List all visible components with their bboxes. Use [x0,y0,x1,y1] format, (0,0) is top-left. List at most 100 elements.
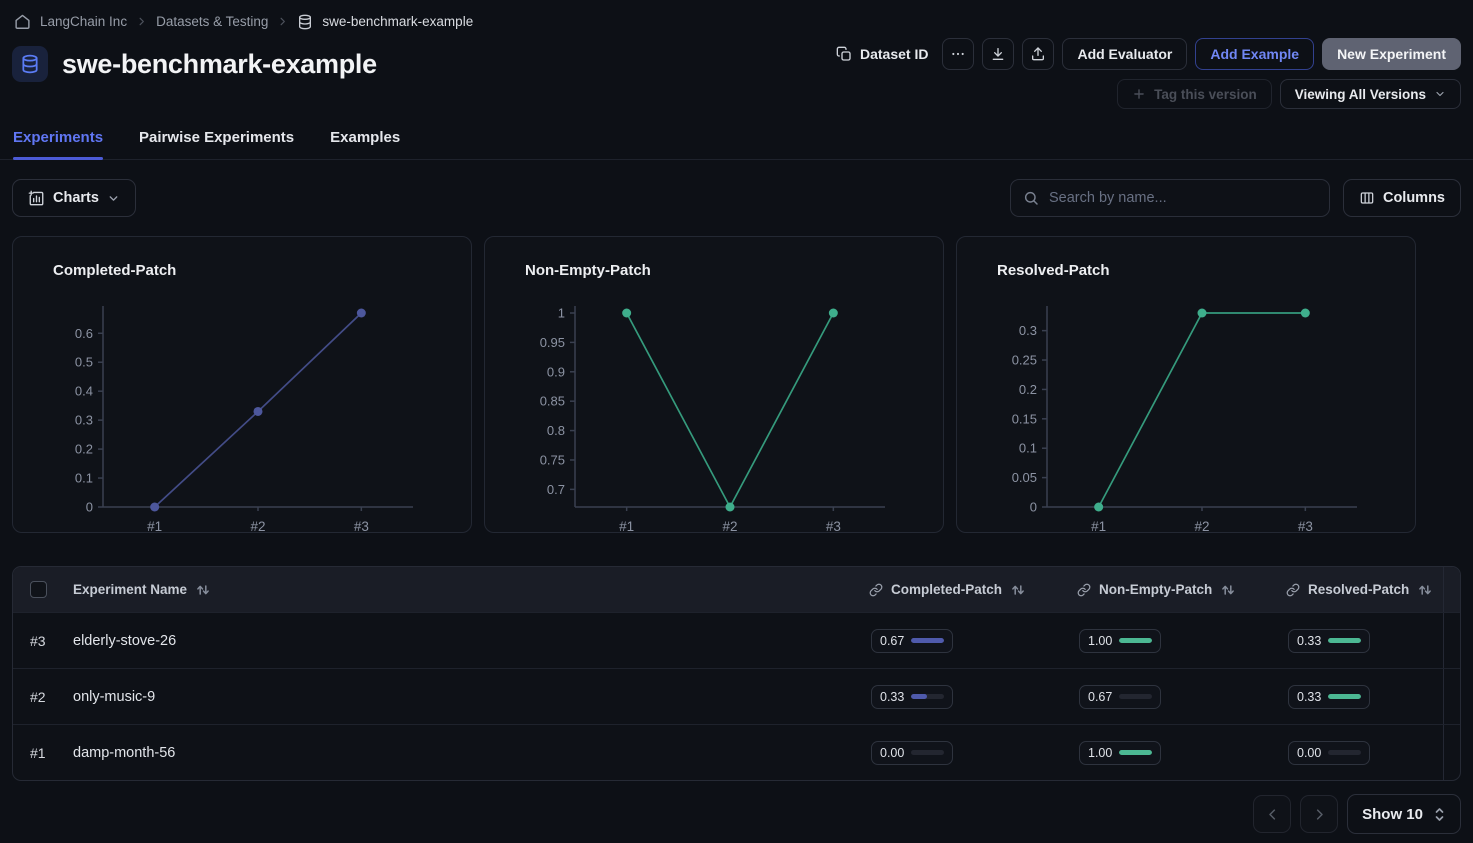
svg-text:#3: #3 [826,519,841,534]
page-size-select[interactable]: Show 10 [1347,794,1461,834]
header-actions: Dataset ID Add Evaluator Ad [830,38,1461,109]
toolbar: Charts Columns [0,160,1473,236]
metric-pill: 0.33 [1288,685,1370,709]
sort-icon[interactable] [1221,583,1235,597]
columns-icon [1359,190,1375,206]
metric-bar-track [911,750,944,755]
table-header-row: Experiment Name Completed-Patch Non-Empt… [13,567,1460,612]
svg-text:0.3: 0.3 [1019,323,1037,338]
search-input[interactable] [1049,190,1317,206]
add-example-button[interactable]: Add Example [1195,38,1314,70]
chevron-right-icon [277,16,288,27]
metric-value: 1.00 [1088,634,1112,648]
dataset-id-button[interactable]: Dataset ID [830,38,934,70]
metric-bar-track [1119,694,1152,699]
download-button[interactable] [982,38,1014,70]
title-wrap: swe-benchmark-example [12,46,377,82]
tab-pairwise-experiments[interactable]: Pairwise Experiments [139,129,294,159]
link-icon [1077,583,1091,597]
next-page-button[interactable] [1300,795,1338,833]
chart-card-non-empty-patch: Non-Empty-Patch 0.70.750.80.850.90.951#1… [484,236,944,533]
metric-pill: 0.67 [871,629,953,653]
chevron-left-icon [1265,807,1280,822]
metric-bar-fill [1119,638,1152,643]
up-down-chevrons-icon [1433,806,1446,823]
link-icon [869,583,883,597]
add-evaluator-label: Add Evaluator [1077,46,1172,62]
tab-examples[interactable]: Examples [330,129,400,159]
metric-cell: 0.33 [869,669,1077,724]
header-non-empty-patch[interactable]: Non-Empty-Patch [1077,567,1286,612]
metric-bar-fill [1328,638,1361,643]
ellipsis-icon [950,46,966,62]
svg-text:#1: #1 [619,519,634,534]
svg-text:0.9: 0.9 [547,364,565,379]
header-experiment-name[interactable]: Experiment Name [73,567,869,612]
charts-label: Charts [53,190,99,206]
header-completed-patch[interactable]: Completed-Patch [869,567,1077,612]
sort-icon[interactable] [1011,583,1025,597]
row-spacer [1443,725,1460,780]
search-icon [1023,190,1039,206]
metric-bar-track [911,638,944,643]
tab-experiments[interactable]: Experiments [13,129,103,159]
previous-page-button[interactable] [1253,795,1291,833]
header-resolved-patch[interactable]: Resolved-Patch [1286,567,1443,612]
metric-pill: 0.33 [871,685,953,709]
select-all-checkbox[interactable] [30,581,47,598]
tag-version-button[interactable]: Tag this version [1117,79,1272,109]
chart-title: Resolved-Patch [997,262,1415,279]
svg-text:#2: #2 [250,519,265,534]
svg-text:0.85: 0.85 [540,394,565,409]
sort-icon[interactable] [1418,583,1432,597]
header-checkbox-cell [13,567,73,612]
chevron-right-icon [1312,807,1327,822]
metric-bar-fill [1328,694,1361,699]
upload-icon [1030,46,1046,62]
metric-pill: 0.00 [1288,741,1370,765]
metric-value: 0.67 [1088,690,1112,704]
breadcrumb-current: swe-benchmark-example [322,14,473,29]
row-spacer [1443,669,1460,724]
svg-text:0: 0 [86,500,93,515]
link-icon [1286,583,1300,597]
metric-bar-fill [1119,750,1152,755]
add-evaluator-button[interactable]: Add Evaluator [1062,38,1187,70]
table-row[interactable]: #2 only-music-9 0.33 0.67 0.33 [13,668,1460,724]
chart-icon [28,190,45,207]
add-example-label: Add Example [1210,46,1299,62]
metric-value: 0.00 [1297,746,1321,760]
metric-bar-track [1328,750,1361,755]
metric-cell: 1.00 [1077,613,1286,668]
metric-bar-track [911,694,944,699]
metric-value: 0.33 [1297,634,1321,648]
search-box [1010,179,1330,217]
experiments-table: Experiment Name Completed-Patch Non-Empt… [12,566,1461,781]
home-icon[interactable] [14,13,31,30]
experiment-number: #1 [13,725,73,780]
svg-text:0.25: 0.25 [1012,353,1037,368]
more-options-button[interactable] [942,38,974,70]
chevron-down-icon [107,192,120,205]
svg-text:0.4: 0.4 [75,384,93,399]
charts-dropdown-button[interactable]: Charts [12,179,136,217]
metric-cell: 0.00 [869,725,1077,780]
download-icon [990,46,1006,62]
metric-cell: 1.00 [1077,725,1286,780]
new-experiment-button[interactable]: New Experiment [1322,38,1461,70]
metric-pill: 0.33 [1288,629,1370,653]
breadcrumb-org[interactable]: LangChain Inc [40,14,127,29]
toolbar-right: Columns [1010,179,1461,217]
sort-icon[interactable] [196,583,210,597]
breadcrumb-section[interactable]: Datasets & Testing [156,14,268,29]
chevron-right-icon [136,16,147,27]
metric-bar-track [1328,638,1361,643]
upload-button[interactable] [1022,38,1054,70]
svg-text:0.95: 0.95 [540,335,565,350]
svg-text:0.8: 0.8 [547,423,565,438]
table-row[interactable]: #3 elderly-stove-26 0.67 1.00 0.33 [13,612,1460,668]
columns-button[interactable]: Columns [1343,179,1461,217]
metric-bar-track [1119,638,1152,643]
viewing-versions-dropdown[interactable]: Viewing All Versions [1280,79,1461,109]
table-row[interactable]: #1 damp-month-56 0.00 1.00 0.00 [13,724,1460,780]
